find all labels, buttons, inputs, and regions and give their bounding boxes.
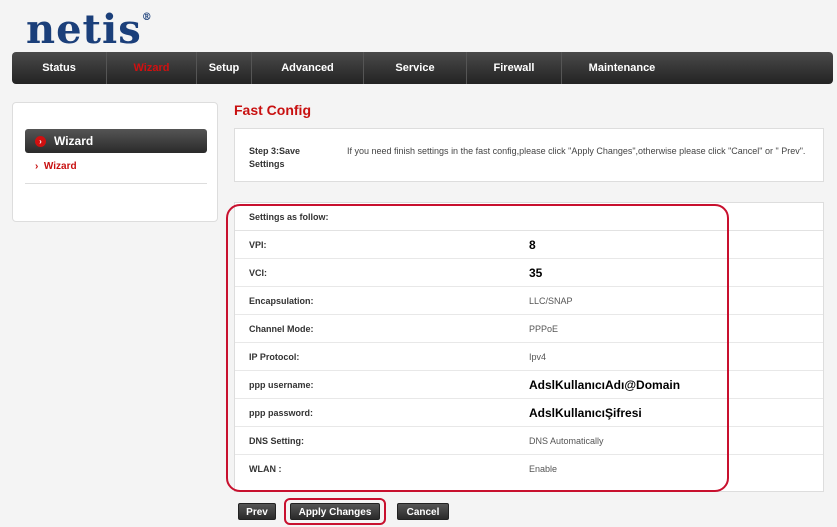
- sidebar-item-wizard[interactable]: › Wizard: [35, 161, 77, 172]
- nav-setup[interactable]: Setup: [197, 52, 252, 84]
- table-row: WLAN : Enable: [235, 455, 823, 483]
- table-row: DNS Setting: DNS Automatically: [235, 427, 823, 455]
- nav-service[interactable]: Service: [364, 52, 467, 84]
- sidebar-heading-label: Wizard: [54, 134, 94, 148]
- step-label: Step 3:Save Settings: [249, 146, 301, 169]
- nav-maintenance[interactable]: Maintenance: [562, 52, 682, 84]
- table-row: VCI: 35: [235, 259, 823, 287]
- arrow-bullet-icon: ›: [35, 135, 46, 147]
- row-label: WLAN :: [249, 464, 282, 474]
- row-label: IP Protocol:: [249, 351, 300, 362]
- step-info-box: Step 3:Save Settings If you need finish …: [234, 128, 824, 182]
- nav-firewall[interactable]: Firewall: [467, 52, 562, 84]
- table-row: ppp password: AdslKullanıcıŞifresi: [235, 399, 823, 427]
- sidebar-heading[interactable]: › Wizard: [25, 129, 207, 153]
- settings-summary: Settings as follow: VPI: 8 VCI: 35 Encap…: [234, 202, 824, 492]
- prev-button[interactable]: Prev: [238, 503, 276, 520]
- table-row: Channel Mode: PPPoE: [235, 315, 823, 343]
- row-value: LLC/SNAP: [529, 295, 573, 306]
- row-value: Ipv4: [529, 351, 547, 362]
- row-value: PPPoE: [529, 323, 559, 334]
- table-row: ppp username: AdslKullanıcıAdı@Domain: [235, 371, 823, 399]
- row-value: 8: [529, 237, 536, 252]
- table-row: Encapsulation: LLC/SNAP: [235, 287, 823, 315]
- row-label: VPI:: [249, 239, 267, 250]
- apply-changes-button[interactable]: Apply Changes: [290, 503, 380, 520]
- step-instructions: If you need finish settings in the fast …: [347, 146, 806, 156]
- table-row: VPI: 8: [235, 231, 823, 259]
- row-value: DNS Automatically: [529, 435, 604, 446]
- row-value: Enable: [529, 464, 558, 474]
- nav-advanced[interactable]: Advanced: [252, 52, 364, 84]
- row-label: Encapsulation:: [249, 295, 314, 306]
- cancel-button[interactable]: Cancel: [397, 503, 449, 520]
- page-title: Fast Config: [234, 102, 311, 118]
- row-label: ppp username:: [249, 379, 314, 390]
- table-row: IP Protocol: Ipv4: [235, 343, 823, 371]
- sidebar: › Wizard › Wizard: [12, 102, 218, 222]
- main-navigation: Status Wizard Setup Advanced Service Fir…: [12, 52, 833, 84]
- row-label: Channel Mode:: [249, 323, 314, 334]
- row-label: VCI:: [249, 267, 267, 278]
- netis-logo: netis®: [26, 6, 153, 53]
- sidebar-divider: [25, 183, 207, 184]
- row-value: 35: [529, 265, 543, 280]
- row-label: ppp password:: [249, 407, 314, 418]
- nav-wizard[interactable]: Wizard: [107, 52, 197, 84]
- settings-header: Settings as follow:: [235, 203, 823, 231]
- row-value: AdslKullanıcıAdı@Domain: [529, 377, 681, 392]
- nav-status[interactable]: Status: [12, 52, 107, 84]
- row-label: DNS Setting:: [249, 435, 304, 446]
- row-value: AdslKullanıcıŞifresi: [529, 405, 642, 420]
